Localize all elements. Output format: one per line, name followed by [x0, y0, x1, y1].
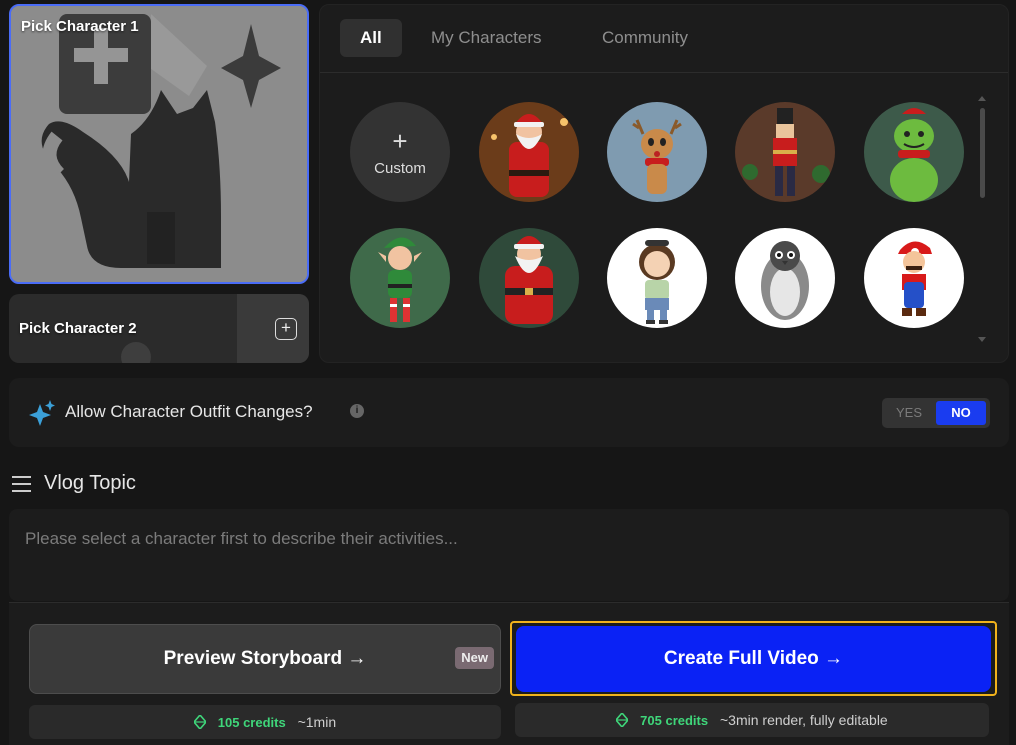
character-avatar-santa-claus-2[interactable]: [479, 228, 579, 328]
character-avatar-reindeer[interactable]: [607, 102, 707, 202]
custom-label: Custom: [374, 160, 426, 177]
create-credits: 705 credits: [640, 713, 709, 728]
toggle-no[interactable]: NO: [936, 401, 986, 425]
preview-storyboard-label: Preview Storyboard →: [163, 648, 367, 669]
tab-community[interactable]: Community: [602, 19, 688, 57]
new-badge: New: [455, 647, 494, 669]
preview-storyboard-button[interactable]: Preview Storyboard → New: [29, 624, 501, 694]
credit-gem-icon: [193, 715, 206, 729]
character-avatar-grinch[interactable]: [864, 102, 964, 202]
character-avatar-penguin[interactable]: [735, 228, 835, 328]
preview-credits: 105 credits: [217, 715, 286, 730]
character-2-shape: [121, 342, 151, 363]
scroll-up-icon[interactable]: [978, 96, 986, 101]
tab-my-characters[interactable]: My Characters: [431, 19, 542, 57]
pick-character-2-card[interactable]: Pick Character 2 +: [9, 294, 309, 363]
create-eta: ~3min render, fully editable: [720, 712, 888, 728]
sparkle-icon: [29, 400, 55, 426]
character-avatar-girl[interactable]: [607, 228, 707, 328]
character-avatar-nutcracker[interactable]: [735, 102, 835, 202]
tab-all[interactable]: All: [340, 19, 402, 57]
vlog-topic-input[interactable]: [9, 509, 1009, 601]
preview-credit-info: 105 credits ~1min: [29, 705, 501, 739]
app-root: Pick Character 1 Pick Character 2 + All …: [0, 0, 1016, 745]
pick-character-2-label: Pick Character 2: [19, 320, 137, 337]
character-placeholder-illustration: [11, 6, 307, 282]
add-character-2-icon[interactable]: +: [275, 318, 297, 340]
create-credit-info: 705 credits ~3min render, fully editable: [515, 703, 989, 737]
outfit-toggle[interactable]: YES NO: [882, 398, 990, 428]
custom-character-button[interactable]: + Custom: [350, 102, 450, 202]
preview-eta: ~1min: [297, 714, 337, 730]
plus-icon: +: [392, 126, 408, 156]
info-icon[interactable]: i: [350, 404, 364, 418]
character-avatar-mario[interactable]: [864, 228, 964, 328]
create-full-video-button[interactable]: Create Full Video →: [516, 626, 991, 692]
vlog-topic-title: Vlog Topic: [44, 472, 136, 494]
toggle-yes[interactable]: YES: [882, 398, 936, 428]
outfit-question: Allow Character Outfit Changes?: [65, 402, 313, 421]
pick-character-1-label: Pick Character 1: [21, 18, 139, 35]
pick-character-1-card[interactable]: Pick Character 1: [9, 4, 309, 284]
outfit-change-row: Allow Character Outfit Changes? i YES NO: [9, 378, 1009, 447]
character-avatar-santa-claus[interactable]: [479, 102, 579, 202]
gallery-scrollbar[interactable]: [977, 94, 987, 344]
action-footer: Preview Storyboard → New Create Full Vid…: [9, 602, 1009, 745]
scroll-down-icon[interactable]: [978, 337, 986, 342]
character-avatar-elf[interactable]: [350, 228, 450, 328]
create-video-focus-ring: Create Full Video →: [510, 621, 997, 696]
menu-icon: [12, 476, 31, 497]
credit-gem-icon: [616, 713, 629, 727]
gallery-tabs: All My Characters Community: [320, 5, 1008, 73]
character-2-shade: [237, 294, 309, 363]
scroll-thumb[interactable]: [980, 108, 985, 198]
